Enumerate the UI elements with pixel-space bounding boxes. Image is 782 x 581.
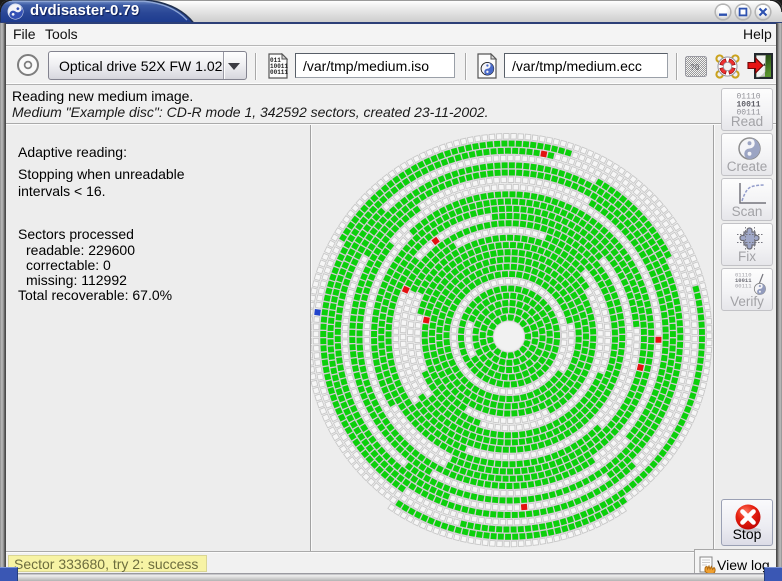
svg-text:00111: 00111 [735, 283, 752, 290]
svg-text:?0: ?0 [690, 63, 700, 72]
svg-text:00111: 00111 [270, 69, 288, 76]
